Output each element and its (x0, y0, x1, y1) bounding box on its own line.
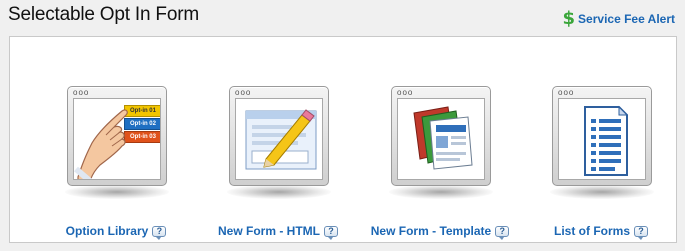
window-dots: ooo (558, 88, 575, 97)
tile-shadow (65, 185, 169, 199)
new-form-template-label: New Form - Template (370, 224, 492, 238)
list-of-forms-label: List of Forms (553, 224, 630, 238)
service-fee-alert-link[interactable]: $ Service Fee Alert (562, 8, 675, 29)
help-icon[interactable]: ? (152, 225, 167, 240)
window-dots: ooo (397, 88, 414, 97)
document-list-icon-graphic (584, 105, 629, 176)
option-library-icon: Opt-in 01 Opt-in 02 Opt-in 03 (73, 98, 161, 180)
service-fee-alert-label: Service Fee Alert (578, 12, 675, 26)
option-library-button[interactable]: ooo Opt-in 01 Opt-in 02 Opt-in 03 (67, 86, 167, 186)
stacked-templates-icon (397, 98, 485, 180)
form-pencil-icon-graphic (245, 109, 317, 170)
options-panel: ooo Opt-in 01 Opt-in 02 Opt-in 03 Option… (9, 36, 677, 243)
option-library-label: Option Library (65, 224, 149, 238)
new-form-template-button[interactable]: ooo (391, 86, 491, 186)
help-icon[interactable]: ? (634, 225, 648, 240)
pointing-hand-icon (74, 109, 128, 179)
stacked-templates-icon-graphic (413, 106, 473, 170)
tile-shadow (389, 185, 493, 199)
new-form-html-button[interactable]: ooo (229, 86, 329, 186)
list-of-forms-button[interactable]: ooo (552, 86, 652, 186)
page-title: Selectable Opt In Form (8, 4, 199, 25)
tile-list-of-forms: ooo List of Forms ? (536, 86, 666, 240)
list-of-forms-link[interactable]: List of Forms ? (506, 224, 685, 240)
tile-new-form-template: ooo New Form - Template ? (371, 86, 510, 240)
tile-shadow (227, 185, 331, 199)
document-list-icon (558, 98, 646, 180)
window-dots: ooo (235, 88, 252, 97)
help-icon[interactable]: ? (324, 225, 338, 240)
form-pencil-icon (235, 98, 323, 180)
window-dots: ooo (73, 88, 90, 97)
tile-shadow (550, 185, 654, 199)
new-form-html-label: New Form - HTML (218, 224, 320, 238)
dollar-icon: $ (562, 8, 576, 29)
tile-new-form-html: ooo New Form - HTML ? (213, 86, 343, 240)
tile-option-library: ooo Opt-in 01 Opt-in 02 Opt-in 03 Option… (51, 86, 181, 240)
